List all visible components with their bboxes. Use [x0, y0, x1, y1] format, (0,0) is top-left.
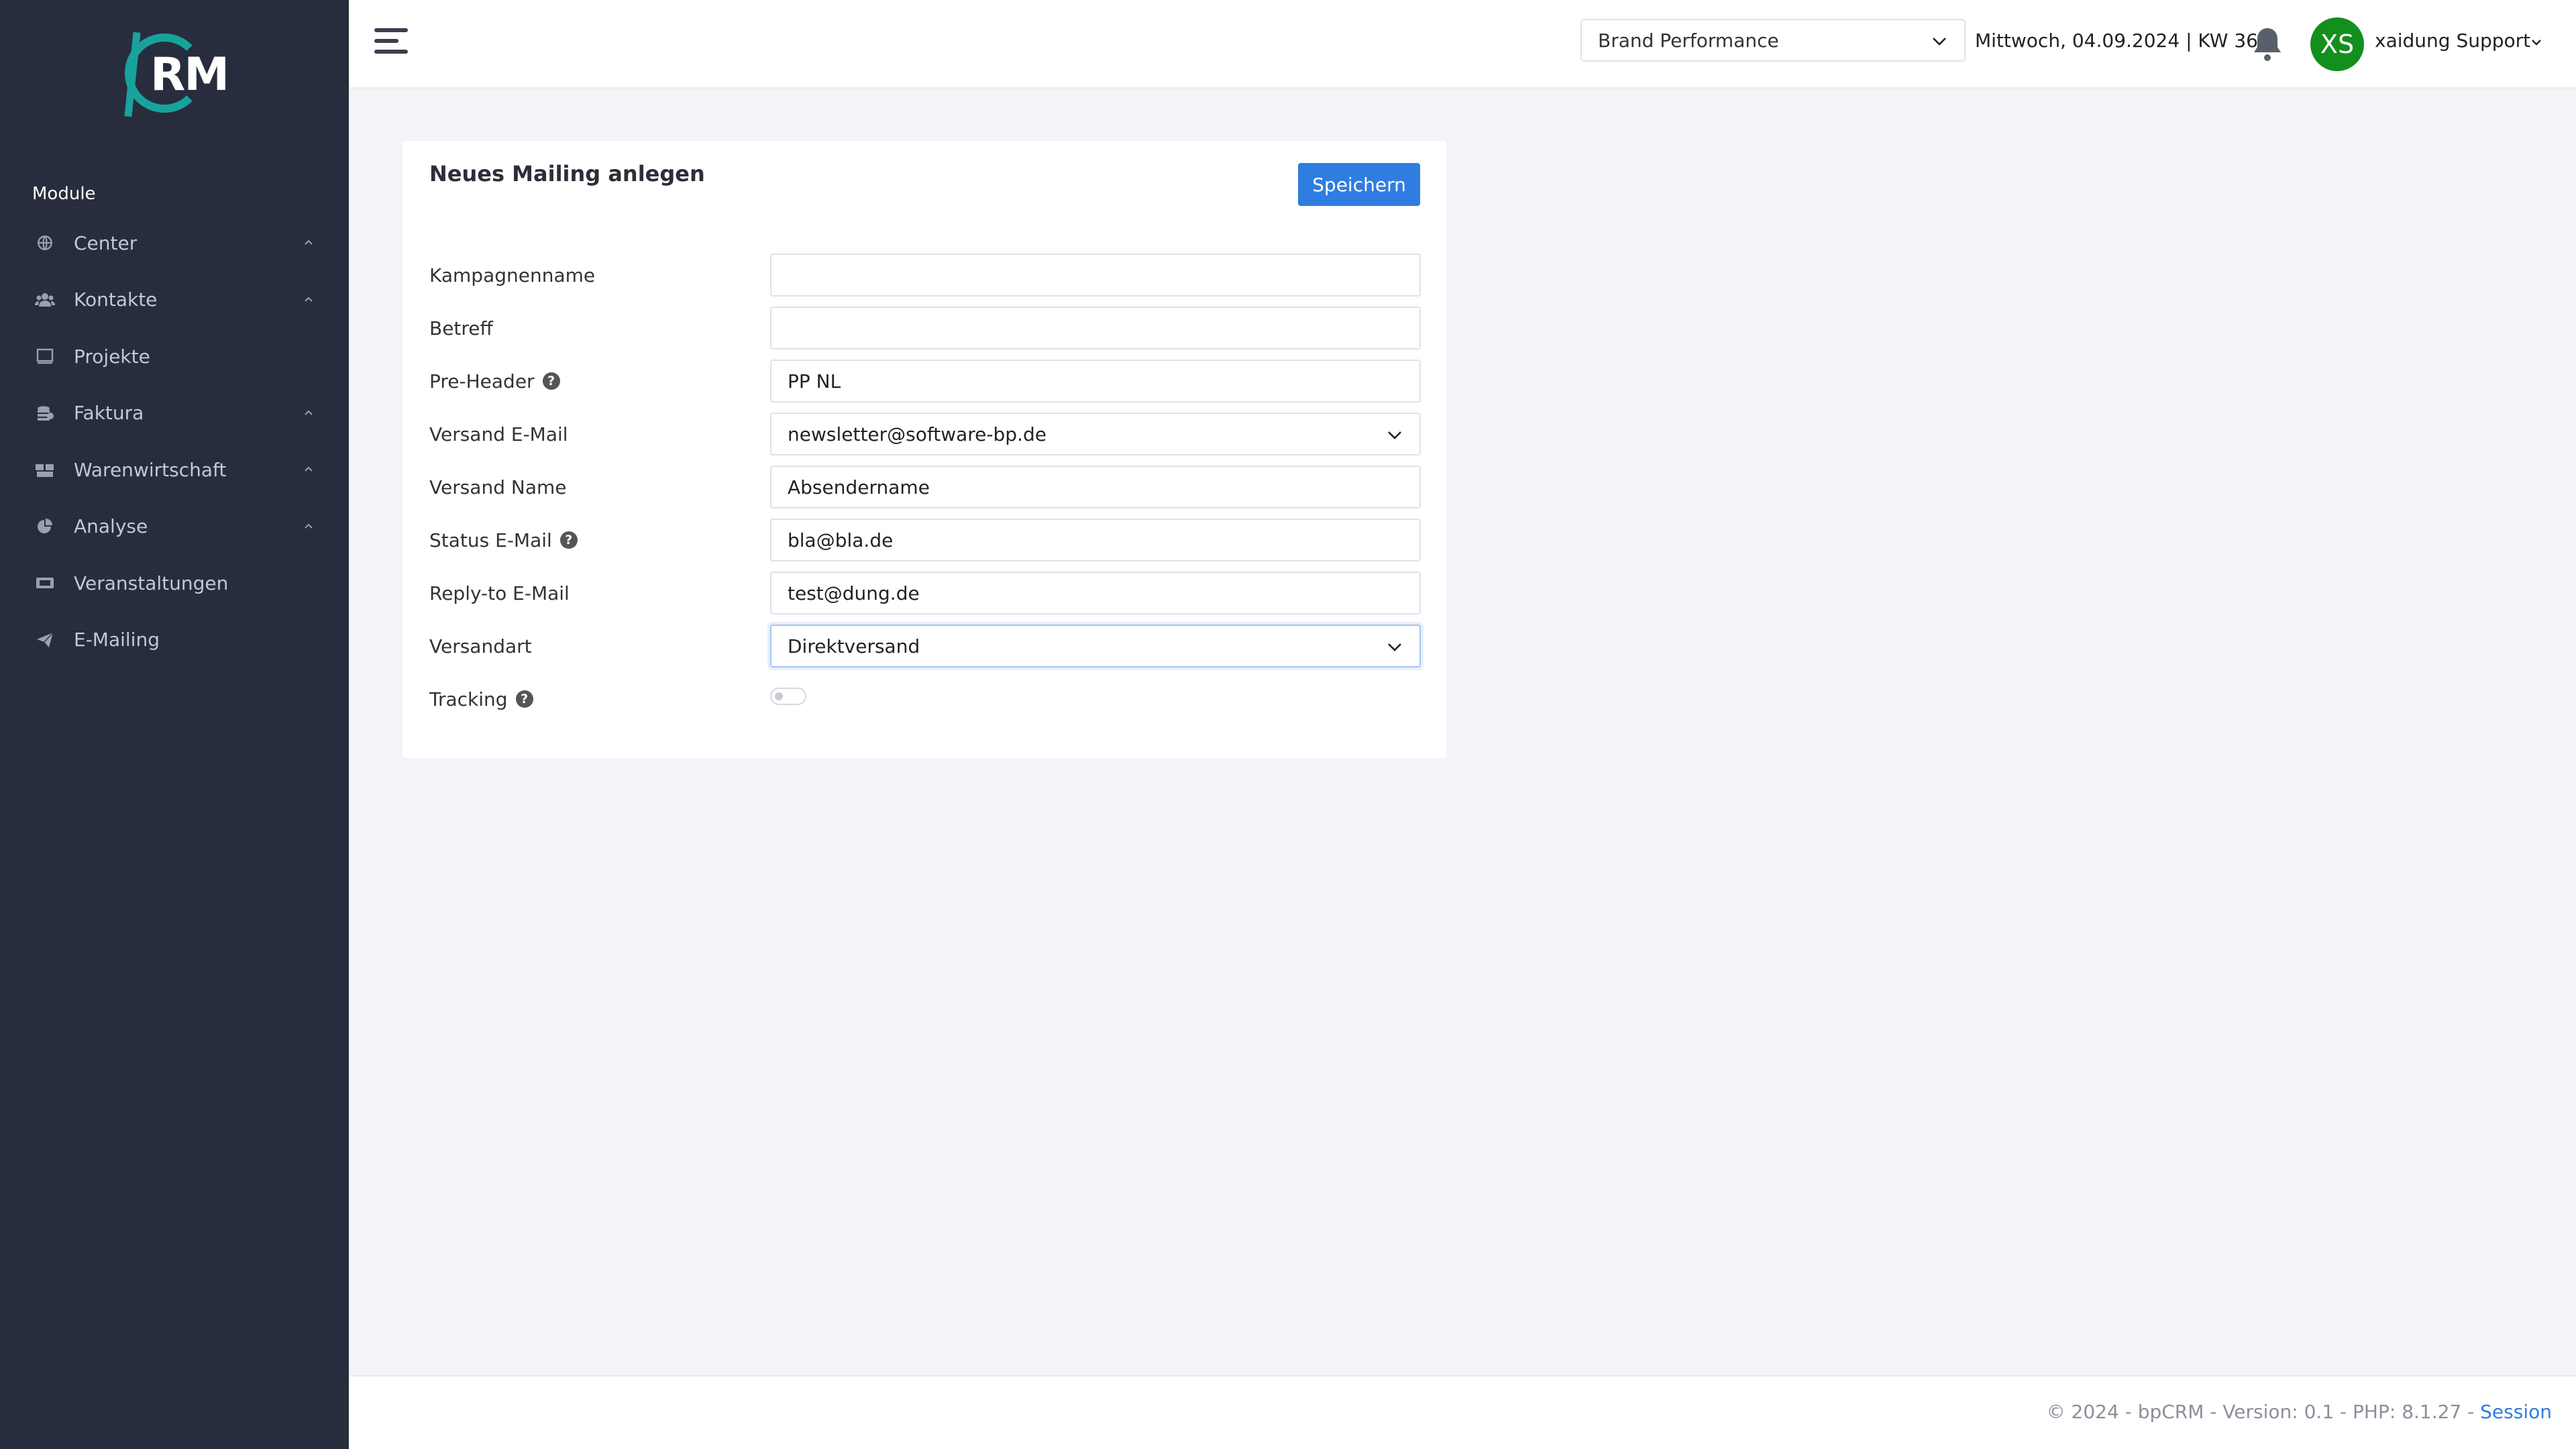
help-icon[interactable]: ?	[559, 531, 578, 549]
chevron-down-icon[interactable]	[2529, 35, 2544, 50]
sidebar-item-label: Warenwirtschaft	[74, 458, 227, 481]
pre-header-label-text: Pre-Header	[429, 370, 535, 392]
kampagnenname-label: Kampagnenname	[429, 264, 596, 286]
chevron-up-icon	[302, 293, 315, 307]
help-icon[interactable]: ?	[542, 372, 560, 390]
status-email-input[interactable]	[770, 519, 1421, 561]
users-icon	[35, 290, 55, 310]
versandart-label: Versandart	[429, 635, 532, 657]
pre-header-label: Pre-Header ?	[429, 370, 770, 392]
form-row-kampagnenname: Kampagnenname	[429, 253, 1421, 297]
form-row-tracking: Tracking ?	[429, 677, 1421, 721]
sidebar-item-label: Center	[74, 231, 138, 254]
new-mailing-card: Neues Mailing anlegen Speichern Kampagne…	[402, 141, 1446, 758]
chart-pie-icon	[35, 517, 55, 537]
form-row-reply-to: Reply-to E-Mail	[429, 571, 1421, 615]
chevron-down-icon	[1931, 30, 1948, 52]
sidebar-item-label: Faktura	[74, 402, 144, 425]
help-icon[interactable]: ?	[515, 690, 533, 708]
sidebar-item-label: Analyse	[74, 515, 148, 538]
form-row-pre-header: Pre-Header ?	[429, 359, 1421, 403]
pre-header-input[interactable]	[770, 360, 1421, 402]
sidebar-item-veranstaltungen[interactable]: Veranstaltungen	[0, 555, 349, 612]
current-date: Mittwoch, 04.09.2024 | KW 36	[1975, 30, 2258, 52]
ticket-icon	[35, 573, 55, 593]
versand-email-value: newsletter@software-bp.de	[788, 423, 1046, 445]
footer-text: © 2024 - bpCRM - Version: 0.1 - PHP: 8.1…	[2047, 1401, 2552, 1423]
reply-to-input[interactable]	[770, 572, 1421, 614]
brand-select[interactable]: Brand Performance	[1580, 19, 1966, 62]
sidebar-item-analyse[interactable]: Analyse	[0, 498, 349, 555]
chevron-down-icon	[1386, 423, 1403, 445]
sidebar-section-label: Module	[32, 184, 96, 204]
chevron-down-icon	[1386, 635, 1403, 657]
versandart-select[interactable]: Direktversand	[770, 625, 1421, 667]
form-row-versand-name: Versand Name	[429, 465, 1421, 509]
sidebar-item-center[interactable]: Center	[0, 215, 349, 272]
sidebar-item-label: E-Mailing	[74, 629, 160, 651]
sidebar-item-label: Veranstaltungen	[74, 572, 229, 594]
boxes-icon	[35, 460, 55, 480]
footer: © 2024 - bpCRM - Version: 0.1 - PHP: 8.1…	[349, 1375, 2576, 1449]
versand-email-select[interactable]: newsletter@software-bp.de	[770, 413, 1421, 455]
sidebar: RM Module Center Kontakte Projekte Faktu…	[0, 0, 349, 1449]
chevron-up-icon	[302, 236, 315, 250]
sidebar-nav: Center Kontakte Projekte Faktura Warenwi…	[0, 215, 349, 668]
sidebar-item-warenwirtschaft[interactable]: Warenwirtschaft	[0, 441, 349, 498]
form-row-versandart: Versandart Direktversand	[429, 624, 1421, 668]
tracking-toggle[interactable]	[770, 688, 806, 705]
chevron-up-icon	[302, 463, 315, 476]
toggle-knob	[775, 692, 783, 700]
top-bar: Brand Performance Mittwoch, 04.09.2024 |…	[349, 0, 2576, 87]
footer-version-text: © 2024 - bpCRM - Version: 0.1 - PHP: 8.1…	[2046, 1401, 2481, 1423]
sidebar-item-label: Projekte	[74, 345, 150, 368]
brand-select-value: Brand Performance	[1598, 29, 1779, 52]
versand-name-input[interactable]	[770, 466, 1421, 508]
chevron-up-icon	[302, 407, 315, 420]
tracking-label-text: Tracking	[429, 688, 508, 710]
sidebar-item-label: Kontakte	[74, 288, 158, 311]
globe-icon	[35, 233, 55, 253]
user-name[interactable]: xaidung Support	[2375, 30, 2530, 52]
sidebar-item-kontakte[interactable]: Kontakte	[0, 272, 349, 329]
versand-email-label: Versand E-Mail	[429, 423, 568, 445]
reply-to-label: Reply-to E-Mail	[429, 582, 570, 604]
avatar[interactable]: XS	[2310, 17, 2364, 71]
sidebar-item-faktura[interactable]: Faktura	[0, 385, 349, 442]
form-row-betreff: Betreff	[429, 306, 1421, 350]
kampagnenname-input[interactable]	[770, 254, 1421, 297]
versand-name-label: Versand Name	[429, 476, 567, 498]
app-logo[interactable]: RM	[124, 28, 229, 122]
page-title: Neues Mailing anlegen	[429, 161, 705, 186]
sidebar-item-projekte[interactable]: Projekte	[0, 328, 349, 385]
sidebar-item-e-mailing[interactable]: E-Mailing	[0, 612, 349, 669]
tracking-label: Tracking ?	[429, 688, 770, 710]
form-row-versand-email: Versand E-Mail newsletter@software-bp.de	[429, 412, 1421, 456]
coins-icon	[35, 403, 55, 423]
bell-icon[interactable]	[2250, 25, 2285, 63]
logo-text: RM	[150, 48, 229, 101]
book-icon	[35, 346, 55, 366]
save-button[interactable]: Speichern	[1298, 163, 1420, 206]
versandart-value: Direktversand	[788, 635, 920, 657]
form-row-status-email: Status E-Mail ?	[429, 518, 1421, 562]
menu-toggle-icon[interactable]	[374, 28, 408, 58]
betreff-input[interactable]	[770, 307, 1421, 350]
betreff-label: Betreff	[429, 317, 493, 339]
chevron-up-icon	[302, 520, 315, 533]
status-email-label-text: Status E-Mail	[429, 529, 552, 551]
paper-plane-icon	[35, 630, 55, 650]
session-link[interactable]: Session	[2480, 1401, 2552, 1423]
status-email-label: Status E-Mail ?	[429, 529, 770, 551]
